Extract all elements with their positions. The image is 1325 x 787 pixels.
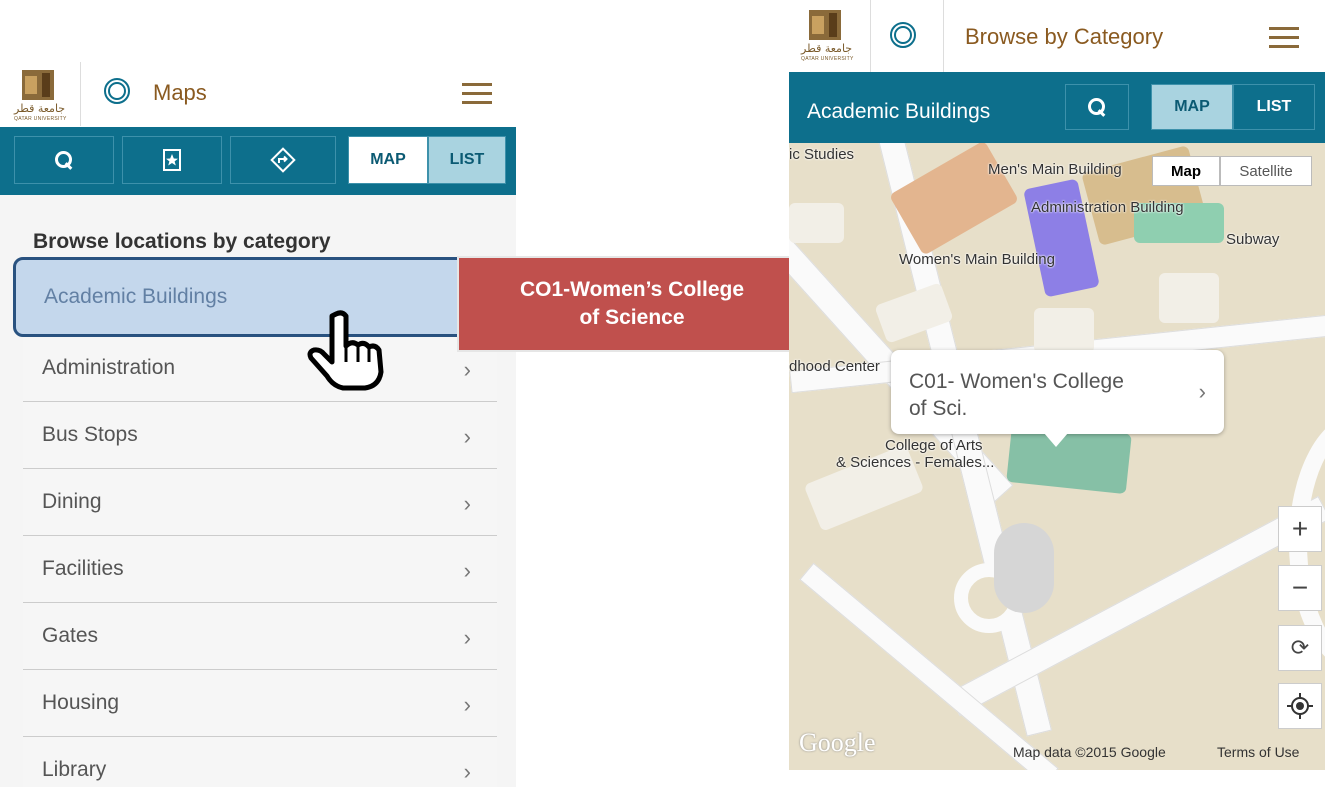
- chevron-right-icon: ›: [463, 625, 471, 650]
- category-title: Academic Buildings: [807, 100, 991, 123]
- map-label: Administration Building: [1031, 199, 1184, 216]
- list-item-gates[interactable]: Gates ›: [23, 602, 497, 669]
- locate-icon: [1287, 693, 1313, 719]
- list-item-library[interactable]: Library ›: [23, 736, 497, 787]
- map-label: Men's Main Building: [988, 161, 1122, 178]
- compass-icon[interactable]: [104, 78, 130, 104]
- menu-icon[interactable]: [1269, 27, 1299, 49]
- divider: [870, 0, 871, 72]
- chevron-right-icon: ›: [463, 424, 471, 449]
- list-view-button[interactable]: LIST: [428, 136, 506, 184]
- browse-heading: Browse locations by category: [33, 230, 331, 253]
- map-label: & Sciences - Females...: [836, 454, 995, 471]
- search-button[interactable]: [14, 136, 114, 184]
- chevron-right-icon: ›: [463, 357, 471, 382]
- callout-banner: CO1-Women’s College of Science: [457, 256, 807, 352]
- map-lake: [994, 523, 1054, 613]
- list-item-label: Gates: [42, 624, 99, 647]
- map-info-window[interactable]: C01- Women's College of Sci. ›: [891, 350, 1224, 434]
- list-item-bus-stops[interactable]: Bus Stops ›: [23, 401, 497, 468]
- callout-line1: CO1-Women’s College: [519, 278, 745, 301]
- logo-mark-icon: [809, 10, 841, 40]
- zoom-in-button[interactable]: +: [1278, 506, 1322, 552]
- qatar-university-logo[interactable]: جامعة قطر QATAR UNIVERSITY: [8, 64, 70, 124]
- map-label: ic Studies: [789, 146, 855, 163]
- category-list: Administration › Bus Stops › Dining › Facil…: [23, 334, 497, 787]
- bookmark-star-icon: [163, 149, 181, 171]
- map-type-satellite-button[interactable]: Satellite: [1220, 156, 1312, 186]
- logo-arabic-text: جامعة قطر: [801, 42, 853, 55]
- divider: [80, 62, 81, 126]
- refresh-button[interactable]: ⟳: [1278, 625, 1322, 671]
- list-item-label: Library: [42, 758, 107, 781]
- divider: [943, 0, 944, 72]
- map-building: [789, 203, 844, 243]
- chevron-right-icon: ›: [463, 491, 471, 516]
- qatar-university-logo[interactable]: جامعة قطر QATAR UNIVERSITY: [795, 4, 857, 64]
- search-icon: [55, 151, 73, 169]
- logo-english-text: QATAR UNIVERSITY: [801, 56, 854, 62]
- left-screen: جامعة قطر QATAR UNIVERSITY Maps MAP LIST…: [0, 62, 516, 787]
- map-view-button[interactable]: MAP: [348, 136, 428, 184]
- chevron-right-icon: ›: [463, 558, 471, 583]
- info-window-pointer: [1044, 433, 1068, 447]
- logo-english-text: QATAR UNIVERSITY: [14, 116, 67, 122]
- list-item-label: Administration: [42, 356, 176, 379]
- info-title-line2: of Sci.: [909, 397, 968, 420]
- app-header: جامعة قطر QATAR UNIVERSITY Maps: [0, 62, 516, 127]
- info-title-line1: C01- Women's College: [909, 370, 1124, 393]
- chevron-right-icon: ›: [463, 692, 471, 717]
- chevron-right-icon: ›: [463, 759, 471, 784]
- list-item-housing[interactable]: Housing ›: [23, 669, 497, 736]
- list-item-label: Dining: [42, 490, 102, 513]
- map-label: College of Arts: [885, 437, 983, 454]
- terms-of-use-link[interactable]: Terms of Use: [1217, 744, 1299, 760]
- callout-line2: of Science: [579, 306, 685, 329]
- google-logo: Google: [799, 728, 876, 757]
- list-view-button[interactable]: LIST: [1233, 84, 1315, 130]
- list-item-label: Facilities: [42, 557, 124, 580]
- toolbar: MAP LIST: [0, 127, 516, 195]
- directions-icon: [270, 147, 296, 173]
- campus-map[interactable]: ic Studies Men's Main Building Administr…: [789, 143, 1325, 770]
- directions-button[interactable]: [230, 136, 336, 184]
- map-attribution: Map data ©2015 Google: [1013, 744, 1166, 760]
- pointer-hand-icon: [307, 310, 384, 391]
- my-location-button[interactable]: [1278, 683, 1322, 729]
- compass-icon[interactable]: [890, 22, 916, 48]
- logo-mark-icon: [22, 70, 54, 100]
- map-label: dhood Center: [789, 358, 880, 375]
- list-item-dining[interactable]: Dining ›: [23, 468, 497, 535]
- list-item-label: Housing: [42, 691, 120, 714]
- map-building: [1034, 308, 1094, 353]
- list-item-facilities[interactable]: Facilities ›: [23, 535, 497, 602]
- app-header: جامعة قطر QATAR UNIVERSITY Browse by Cat…: [789, 0, 1325, 72]
- zoom-out-button[interactable]: −: [1278, 565, 1322, 611]
- map-view-button[interactable]: MAP: [1151, 84, 1233, 130]
- right-screen: جامعة قطر QATAR UNIVERSITY Browse by Cat…: [789, 0, 1325, 770]
- list-item-academic-buildings[interactable]: Academic Buildings: [13, 257, 490, 337]
- chevron-right-icon: ›: [1198, 379, 1206, 404]
- map-type-map-button[interactable]: Map: [1152, 156, 1220, 186]
- list-item-label: Bus Stops: [42, 423, 138, 446]
- list-item-administration[interactable]: Administration ›: [23, 334, 497, 401]
- menu-icon[interactable]: [462, 83, 492, 105]
- refresh-icon: ⟳: [1290, 635, 1310, 660]
- map-building: [1159, 273, 1219, 323]
- page-title: Browse by Category: [965, 24, 1164, 49]
- logo-arabic-text: جامعة قطر: [14, 102, 66, 115]
- category-bar: Academic Buildings MAP LIST: [789, 72, 1325, 143]
- search-icon: [1088, 98, 1106, 116]
- search-button[interactable]: [1065, 84, 1129, 130]
- map-label: Subway: [1226, 231, 1280, 248]
- favorites-button[interactable]: [122, 136, 222, 184]
- page-title: Maps: [153, 80, 207, 105]
- map-label: Women's Main Building: [899, 251, 1055, 268]
